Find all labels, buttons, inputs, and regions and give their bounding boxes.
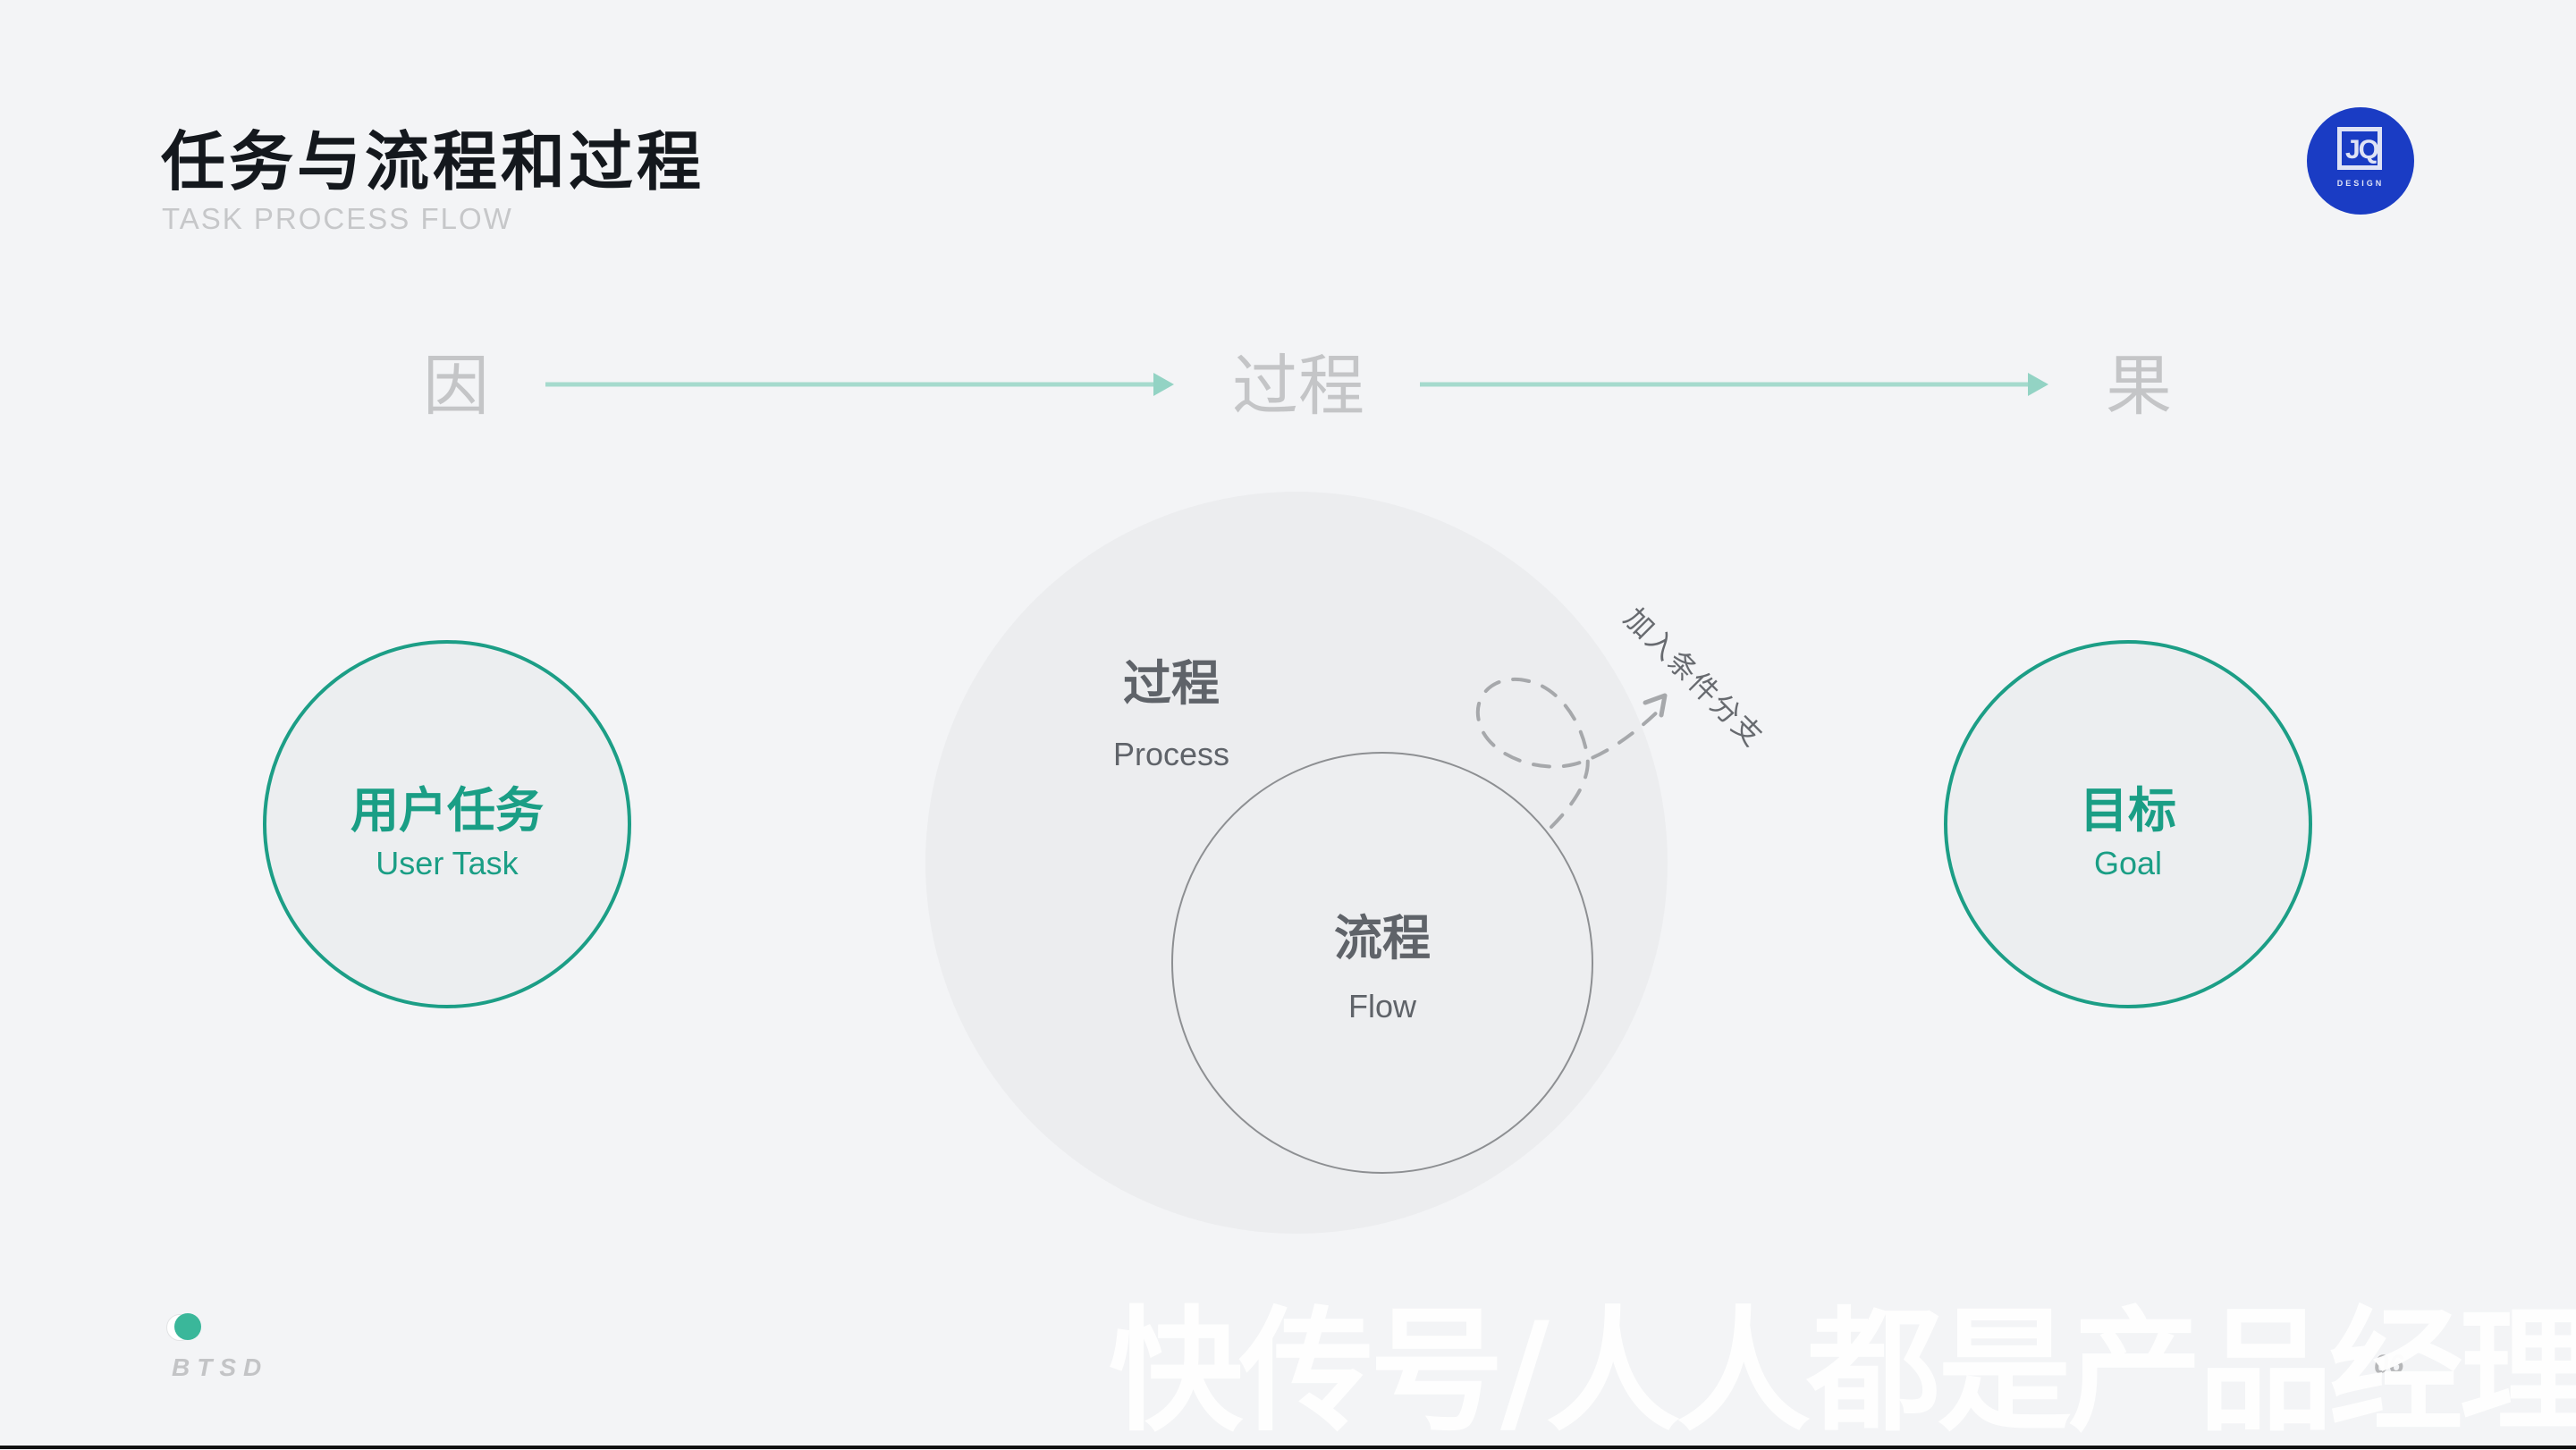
user-task-title: 用户任务 <box>351 782 544 839</box>
user-task-subtitle: User Task <box>376 845 519 881</box>
diagram-canvas <box>263 373 2312 1234</box>
flow-cause-label: 因 <box>423 348 489 425</box>
arrow-process-to-effect <box>1420 373 2048 396</box>
flow-process-label: 过程 <box>1232 348 1364 425</box>
flow-title: 流程 <box>1334 910 1431 966</box>
watermark: 快传号/人人都是产品经理 <box>1109 1294 2576 1450</box>
goal-subtitle: Goal <box>2093 845 2163 881</box>
bottom-border <box>0 1446 2576 1449</box>
arrowhead-icon <box>1153 373 1174 396</box>
process-subtitle: Process <box>1112 736 1230 772</box>
flow-effect-label: 果 <box>2106 348 2172 425</box>
arrowhead-icon <box>2028 373 2048 396</box>
footer-brand: BTSD <box>172 1353 269 1381</box>
process-title: 过程 <box>1123 655 1220 712</box>
brand-dot-icon <box>174 1313 201 1340</box>
flow-subtitle: Flow <box>1347 988 1416 1024</box>
goal-title: 目标 <box>2080 782 2176 839</box>
arrow-cause-to-process <box>545 373 1174 396</box>
